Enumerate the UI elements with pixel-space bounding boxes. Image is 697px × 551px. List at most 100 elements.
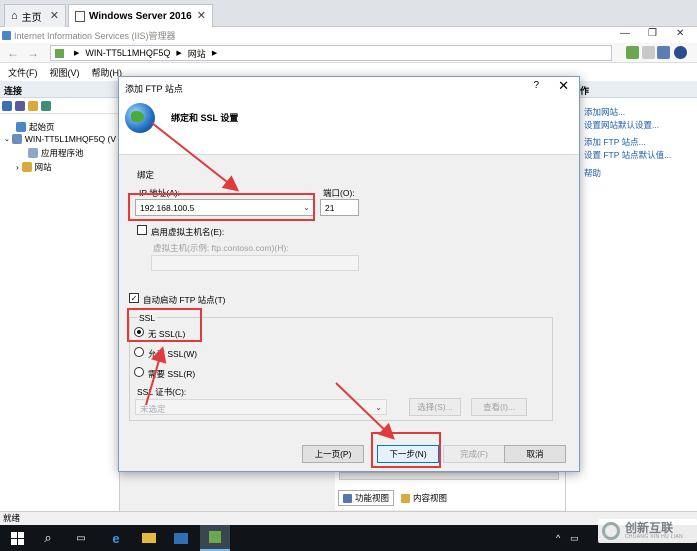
allow-ssl-label: 允许 SSL(W) bbox=[148, 349, 198, 359]
chevron-right-icon: ▶ bbox=[74, 50, 80, 57]
windows-start-icon[interactable] bbox=[8, 529, 26, 547]
iis-manager-taskbar-icon[interactable] bbox=[200, 525, 230, 551]
chevron-right-icon: ▶ bbox=[211, 50, 218, 57]
virtual-host-hint: 虚拟主机(示例: ftp.contoso.com)(H): bbox=[153, 243, 289, 253]
tree-item-label: 起始页 bbox=[29, 122, 55, 132]
autostart-checkbox[interactable]: ✓ bbox=[129, 293, 139, 303]
binding-group-label: 绑定 bbox=[137, 170, 155, 180]
tree-item-label: 网站 bbox=[34, 162, 52, 172]
menu-view[interactable]: 视图(V) bbox=[50, 66, 80, 79]
address-segment-server[interactable]: WIN-TT5L1MHQF5Q bbox=[85, 48, 170, 58]
require-ssl-label: 需要 SSL(R) bbox=[148, 369, 196, 379]
refresh-icon[interactable] bbox=[626, 46, 639, 59]
select-certificate-button[interactable]: 选择(S)... bbox=[409, 398, 461, 416]
watermark-text: 创新互联 bbox=[625, 521, 674, 535]
close-icon[interactable]: ✕ bbox=[676, 28, 684, 39]
tab-bar: ⌂ 主页 ✕ Windows Server 2016 ✕ bbox=[0, 0, 697, 27]
close-icon[interactable]: ✕ bbox=[558, 78, 569, 94]
watermark-logo-icon bbox=[602, 522, 620, 540]
watermark-subtext: CHUANG XIN HU LIAN bbox=[625, 534, 683, 540]
tab-features-view[interactable]: 功能视图 bbox=[338, 490, 395, 506]
address-bar: ← → ▶ WIN-TT5L1MHQF5Q ▶ 网站 ▶ bbox=[0, 43, 697, 63]
chevron-down-icon: ⌄ bbox=[375, 403, 382, 412]
taskbar: ⌕ ▭ e ^ ▭ bbox=[0, 525, 697, 551]
chevron-right-icon: ▶ bbox=[176, 50, 182, 57]
chevron-up-icon[interactable]: ^ bbox=[556, 533, 560, 543]
tree-item-app-pools[interactable]: 应用程序池 bbox=[28, 147, 84, 159]
stop-icon[interactable] bbox=[642, 46, 655, 59]
horizontal-scrollbar[interactable] bbox=[339, 472, 559, 480]
document-icon bbox=[75, 10, 85, 22]
tree-item-label: WIN-TT5L1MHQF5Q (V bbox=[24, 134, 117, 144]
close-icon[interactable]: ✕ bbox=[197, 9, 206, 22]
close-icon[interactable]: ✕ bbox=[50, 9, 59, 22]
iis-icon bbox=[2, 30, 11, 40]
annotation-box-ssl bbox=[127, 308, 202, 342]
window-title: Internet Information Services (IIS)管理器 bbox=[14, 30, 176, 41]
network-icon[interactable] bbox=[41, 100, 51, 111]
chevron-down-icon[interactable]: ⌄ bbox=[4, 135, 10, 143]
address-segment-sites[interactable]: 网站 bbox=[188, 47, 206, 60]
tab-content-view[interactable]: 内容视图 bbox=[396, 490, 452, 506]
start-page-icon bbox=[16, 122, 26, 132]
actions-pane: 作 添加网站... 设置网站默认设置... 添加 FTP 站点... 设置 FT… bbox=[565, 81, 697, 511]
tab-home[interactable]: ⌂ 主页 ✕ bbox=[4, 4, 66, 27]
save-icon[interactable] bbox=[15, 100, 25, 111]
folder-icon[interactable] bbox=[28, 100, 38, 111]
action-help[interactable]: 帮助 bbox=[584, 167, 601, 179]
action-add-site[interactable]: 添加网站... bbox=[584, 106, 625, 118]
action-site-defaults[interactable]: 设置网站默认设置... bbox=[584, 119, 659, 131]
sites-folder-icon bbox=[21, 162, 32, 172]
address-path[interactable]: ▶ WIN-TT5L1MHQF5Q ▶ 网站 ▶ bbox=[50, 45, 612, 61]
server-icon bbox=[11, 134, 22, 144]
help-icon[interactable] bbox=[674, 46, 687, 59]
finish-button[interactable]: 完成(F) bbox=[443, 445, 505, 463]
dialog-title: 添加 FTP 站点 bbox=[125, 84, 183, 94]
content-view-icon bbox=[401, 493, 411, 503]
edge-icon[interactable]: e bbox=[107, 529, 125, 547]
allow-ssl-radio[interactable] bbox=[134, 347, 144, 357]
dialog-header: 绑定和 SSL 设置 bbox=[119, 97, 579, 155]
chevron-right-icon[interactable]: › bbox=[16, 163, 19, 172]
annotation-box-ip bbox=[128, 193, 315, 221]
connections-header: 连接 bbox=[0, 81, 119, 98]
tree-item-server[interactable]: ⌄ WIN-TT5L1MHQF5Q (V bbox=[4, 134, 116, 144]
port-input[interactable]: 21 bbox=[320, 199, 359, 216]
tree-item-sites[interactable]: › 网站 bbox=[16, 161, 52, 173]
tab-content-view-label: 内容视图 bbox=[413, 493, 448, 503]
action-ftp-defaults[interactable]: 设置 FTP 站点默认值... bbox=[584, 149, 671, 161]
connect-icon[interactable] bbox=[2, 100, 12, 111]
view-certificate-button[interactable]: 查看(I)... bbox=[471, 398, 527, 416]
dialog-titlebar: 添加 FTP 站点 ? ✕ bbox=[119, 77, 579, 97]
ssl-certificate-dropdown[interactable]: 未选定 ⌄ bbox=[135, 399, 387, 415]
connections-toolbar bbox=[0, 98, 119, 114]
server-icon bbox=[55, 48, 64, 58]
server-manager-icon[interactable] bbox=[172, 529, 190, 547]
help-icon[interactable]: ? bbox=[533, 80, 539, 91]
restore-icon[interactable]: ❐ bbox=[648, 28, 657, 39]
ssl-certificate-label: SSL 证书(C): bbox=[137, 387, 187, 397]
require-ssl-radio[interactable] bbox=[134, 367, 144, 377]
window-title-bar: Internet Information Services (IIS)管理器 —… bbox=[0, 27, 697, 43]
previous-button[interactable]: 上一页(P) bbox=[302, 445, 364, 463]
home-icon: ⌂ bbox=[11, 10, 18, 22]
enable-virtual-host-checkbox[interactable] bbox=[137, 225, 147, 235]
minimize-icon[interactable]: — bbox=[620, 28, 630, 39]
file-explorer-icon[interactable] bbox=[140, 529, 158, 547]
home-icon[interactable] bbox=[657, 46, 670, 59]
port-value: 21 bbox=[325, 203, 335, 213]
globe-icon bbox=[125, 103, 155, 133]
virtual-host-input[interactable] bbox=[151, 255, 359, 271]
cancel-button[interactable]: 取消 bbox=[504, 445, 566, 463]
port-label: 端口(O): bbox=[323, 188, 355, 198]
tab-home-label: 主页 bbox=[21, 12, 42, 24]
back-icon[interactable]: ← bbox=[6, 46, 20, 60]
network-icon[interactable]: ▭ bbox=[570, 533, 579, 544]
menu-file[interactable]: 文件(F) bbox=[8, 66, 38, 79]
action-add-ftp-site[interactable]: 添加 FTP 站点... bbox=[584, 136, 646, 148]
tab-windows-server[interactable]: Windows Server 2016 ✕ bbox=[68, 4, 213, 27]
task-view-icon[interactable]: ▭ bbox=[72, 529, 90, 547]
forward-icon[interactable]: → bbox=[26, 46, 40, 60]
tree-item-start-page[interactable]: 起始页 bbox=[16, 121, 55, 133]
search-icon[interactable]: ⌕ bbox=[39, 529, 57, 547]
